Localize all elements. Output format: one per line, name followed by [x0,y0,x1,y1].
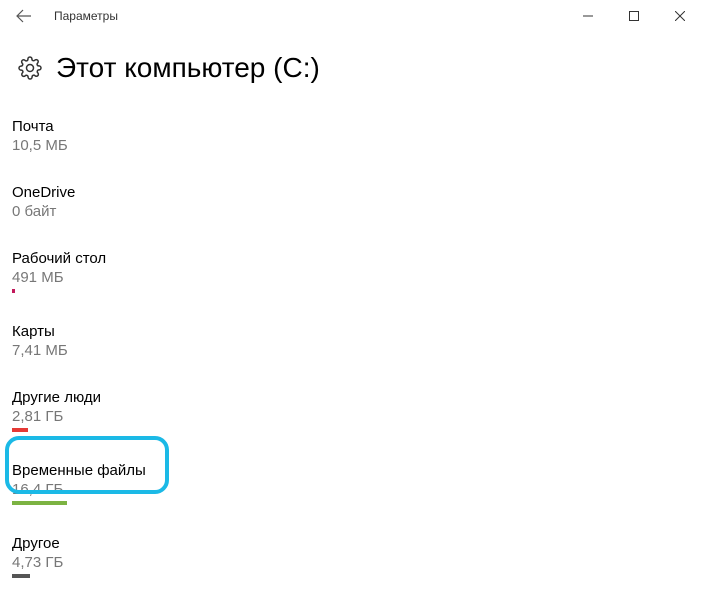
usage-bar [12,501,67,505]
storage-category-item[interactable]: OneDrive 0 байт [12,182,691,222]
window-controls [565,0,703,32]
category-size: 10,5 МБ [12,137,691,154]
category-name: Другое [12,535,691,552]
minimize-icon [583,11,593,21]
minimize-button[interactable] [565,0,611,32]
close-icon [675,11,685,21]
storage-category-item[interactable]: Другое 4,73 ГБ [12,533,691,580]
titlebar: Параметры [0,0,703,32]
storage-category-item[interactable]: Другие люди 2,81 ГБ [12,387,691,434]
category-size: 0 байт [12,203,691,220]
window-title: Параметры [54,9,565,23]
storage-category-item[interactable]: Карты 7,41 МБ [12,321,691,361]
category-size: 7,41 МБ [12,342,691,359]
gear-icon [18,56,42,80]
maximize-icon [629,11,639,21]
content-area: Этот компьютер (C:) Почта 10,5 МБ OneDrive… [0,32,703,592]
category-size: 4,73 ГБ [12,554,691,571]
category-size: 16,4 ГБ [12,481,691,498]
page-header: Этот компьютер (C:) [12,52,691,84]
category-size: 491 МБ [12,269,691,286]
storage-category-list: Почта 10,5 МБ OneDrive 0 байт Рабочий стол 49… [12,116,691,580]
usage-bar [12,574,30,578]
category-name: Рабочий стол [12,250,691,267]
category-name: Почта [12,118,691,135]
storage-category-item[interactable]: Временные файлы 16,4 ГБ [12,460,691,507]
category-name: Карты [12,323,691,340]
usage-bar [12,428,28,432]
page-title: Этот компьютер (C:) [56,52,320,84]
category-name: OneDrive [12,184,691,201]
close-button[interactable] [657,0,703,32]
back-button[interactable] [8,0,40,32]
category-name: Другие люди [12,389,691,406]
maximize-button[interactable] [611,0,657,32]
usage-bar [12,289,15,293]
category-size: 2,81 ГБ [12,408,691,425]
storage-category-item[interactable]: Почта 10,5 МБ [12,116,691,156]
arrow-left-icon [16,8,32,24]
storage-category-item[interactable]: Рабочий стол 491 МБ [12,248,691,295]
category-name: Временные файлы [12,462,691,479]
